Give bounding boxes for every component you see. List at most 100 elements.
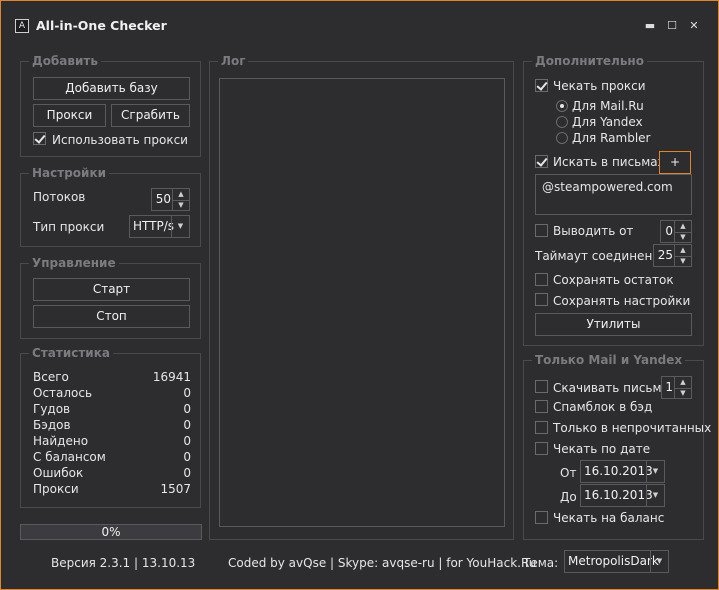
stats-row-value: 1507 bbox=[160, 482, 191, 496]
stats-row-label: Бэдов bbox=[33, 418, 71, 432]
theme-value: MetropolisDark bbox=[568, 554, 659, 568]
date-from-picker[interactable]: 16.10.2013 ▼ bbox=[580, 460, 665, 483]
stats-row: Бэдов 0 bbox=[33, 418, 191, 434]
progress-bar: 0% bbox=[20, 524, 202, 540]
stats-row-value: 0 bbox=[183, 386, 191, 400]
date-to-picker[interactable]: 16.10.2013 ▼ bbox=[580, 484, 665, 507]
check-balance-checkbox[interactable] bbox=[535, 511, 548, 524]
utilities-button[interactable]: Утилиты bbox=[535, 313, 692, 336]
save-settings-checkbox[interactable] bbox=[535, 293, 548, 306]
stop-button[interactable]: Стоп bbox=[33, 305, 190, 328]
stats-row: Всего 16941 bbox=[33, 370, 191, 386]
spamblock-label: Спамблок в бэд bbox=[553, 400, 653, 414]
download-letters-checkbox[interactable] bbox=[535, 380, 548, 393]
theme-label: Тема: bbox=[523, 556, 559, 570]
stats-row-value: 0 bbox=[183, 418, 191, 432]
stats-row-label: Гудов bbox=[33, 402, 71, 416]
maximize-icon[interactable]: ☐ bbox=[663, 17, 681, 35]
search-text-field[interactable]: @steampowered.com bbox=[535, 174, 692, 215]
output-from-stepper[interactable]: 0 ▲ ▼ bbox=[660, 220, 692, 243]
unread-only-checkbox[interactable] bbox=[535, 421, 548, 434]
spin-down-icon[interactable]: ▼ bbox=[674, 388, 691, 399]
check-balance-label: Чекать на баланс bbox=[553, 511, 665, 525]
threads-stepper[interactable]: 50 ▲ ▼ bbox=[151, 188, 190, 211]
stats-row: С балансом 0 bbox=[33, 450, 191, 466]
chevron-down-icon: ▼ bbox=[650, 551, 668, 572]
save-rest-label: Сохранять остаток bbox=[553, 273, 674, 287]
control-group-title: Управление bbox=[29, 256, 119, 270]
stats-row-label: С балансом bbox=[33, 450, 106, 464]
radio-yandex[interactable] bbox=[556, 116, 568, 128]
timeout-label: Таймаут соединения bbox=[535, 249, 668, 263]
stats-row: Ошибок 0 bbox=[33, 466, 191, 482]
timeout-value: 25 bbox=[657, 248, 673, 262]
proxy-type-label: Тип прокси bbox=[33, 220, 105, 234]
date-from-label: От bbox=[560, 466, 577, 480]
stats-row-value: 0 bbox=[183, 434, 191, 448]
chevron-down-icon: ▼ bbox=[171, 216, 189, 237]
proxy-button[interactable]: Прокси bbox=[33, 104, 106, 127]
start-button[interactable]: Старт bbox=[33, 278, 190, 301]
radio-rambler[interactable] bbox=[556, 132, 568, 144]
save-settings-label: Сохранять настройки bbox=[553, 294, 691, 308]
stats-row-label: Прокси bbox=[33, 482, 79, 496]
output-from-value: 0 bbox=[665, 224, 673, 238]
search-text-value: @steampowered.com bbox=[542, 180, 673, 194]
proxy-type-select[interactable]: HTTP/s ▼ bbox=[129, 215, 190, 238]
stats-row: Найдено 0 bbox=[33, 434, 191, 450]
close-icon[interactable]: ✕ bbox=[685, 17, 703, 35]
stats-row-label: Осталось bbox=[33, 386, 93, 400]
add-base-button[interactable]: Добавить базу bbox=[33, 77, 190, 100]
spin-down-icon[interactable]: ▼ bbox=[674, 256, 691, 267]
output-from-checkbox[interactable] bbox=[535, 224, 548, 237]
timeout-stepper[interactable]: 25 ▲ ▼ bbox=[653, 244, 692, 267]
mail-yandex-group-title: Только Mail и Yandex bbox=[532, 353, 686, 367]
log-textarea[interactable] bbox=[219, 78, 505, 527]
add-group-title: Добавить bbox=[29, 54, 101, 68]
use-proxy-label: Использовать прокси bbox=[52, 133, 188, 147]
stats-row-value: 0 bbox=[183, 450, 191, 464]
stats-row-label: Найдено bbox=[33, 434, 89, 448]
stats-row: Осталось 0 bbox=[33, 386, 191, 402]
proxy-type-value: HTTP/s bbox=[133, 219, 175, 233]
window-title: All-in-One Checker bbox=[36, 18, 167, 33]
output-from-label: Выводить от bbox=[553, 224, 634, 238]
radio-mailru-label: Для Mail.Ru bbox=[572, 99, 644, 113]
date-to-value: 16.10.2013 bbox=[584, 488, 653, 502]
radio-mailru[interactable] bbox=[556, 100, 568, 112]
download-letters-stepper[interactable]: 1 ▲ ▼ bbox=[661, 376, 692, 399]
stats-row: Гудов 0 bbox=[33, 402, 191, 418]
progress-text: 0% bbox=[101, 525, 121, 539]
check-proxy-label: Чекать прокси bbox=[553, 79, 646, 93]
spamblock-checkbox[interactable] bbox=[535, 400, 548, 413]
radio-yandex-label: Для Yandex bbox=[572, 115, 643, 129]
stats-row-value: 0 bbox=[183, 402, 191, 416]
use-proxy-checkbox[interactable] bbox=[33, 132, 46, 145]
check-by-date-checkbox[interactable] bbox=[535, 442, 548, 455]
search-in-letters-label: Искать в письмах bbox=[553, 155, 665, 169]
radio-rambler-label: Для Rambler bbox=[572, 131, 651, 145]
search-in-letters-checkbox[interactable] bbox=[535, 155, 548, 168]
add-search-button[interactable]: + bbox=[659, 151, 691, 174]
threads-value: 50 bbox=[155, 192, 171, 206]
save-rest-checkbox[interactable] bbox=[535, 273, 548, 286]
minimize-icon[interactable]: ▬ bbox=[641, 17, 659, 35]
chevron-down-icon: ▼ bbox=[646, 461, 664, 482]
log-group-title: Лог bbox=[218, 54, 249, 68]
app-icon: A bbox=[15, 19, 29, 33]
extra-group-title: Дополнительно bbox=[532, 54, 647, 68]
stats-group-title: Статистика bbox=[29, 346, 113, 360]
spin-down-icon[interactable]: ▼ bbox=[172, 200, 189, 211]
threads-label: Потоков bbox=[33, 190, 86, 204]
stats-row-value: 0 bbox=[183, 466, 191, 480]
stats-row-label: Ошибок bbox=[33, 466, 84, 480]
theme-select[interactable]: MetropolisDark ▼ bbox=[564, 550, 669, 573]
spin-down-icon[interactable]: ▼ bbox=[674, 232, 691, 243]
credits-text: Coded by avQse | Skype: avqse-ru | for Y… bbox=[228, 556, 537, 570]
download-letters-value: 1 bbox=[665, 380, 673, 394]
check-proxy-checkbox[interactable] bbox=[535, 79, 548, 92]
date-to-label: До bbox=[560, 490, 577, 504]
chevron-down-icon: ▼ bbox=[646, 485, 664, 506]
grab-button[interactable]: Сграбить bbox=[111, 104, 190, 127]
date-from-value: 16.10.2013 bbox=[584, 464, 653, 478]
